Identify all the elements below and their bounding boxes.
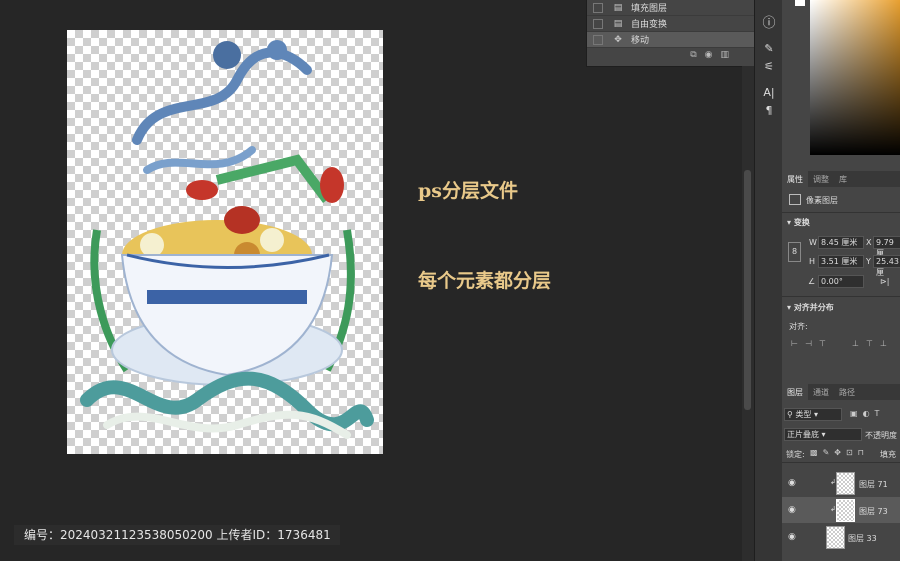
- layer-icon: ▤: [613, 18, 623, 29]
- lock-label: 锁定:: [786, 450, 805, 459]
- align-middle-icon[interactable]: ⊤: [866, 339, 880, 348]
- transform-title: 变换: [793, 218, 810, 227]
- angle-field[interactable]: 0.00°: [818, 275, 864, 288]
- foreground-color-swatch[interactable]: [795, 0, 805, 6]
- filter-type-icon[interactable]: T: [875, 409, 885, 418]
- layers-tabbar: 图层 通道 路径: [782, 384, 900, 400]
- layer-row-selected[interactable]: ◉ ↲ 图层 73: [782, 497, 900, 523]
- history-checkbox[interactable]: [593, 18, 603, 29]
- document-canvas[interactable]: [67, 30, 383, 454]
- tab-channels[interactable]: 通道: [808, 384, 834, 400]
- width-field[interactable]: 8.45 厘米: [818, 236, 864, 249]
- transform-section-title: ▾ 变换: [787, 218, 810, 227]
- image-info-bar: 编号：20240321123538050200 上传者ID：1736481: [14, 525, 340, 545]
- panel-toolstrip: ⓘ ✎ ⚟ A| ¶: [754, 0, 783, 561]
- brush-icon[interactable]: ✎: [755, 42, 783, 55]
- align-label: 对齐:: [789, 322, 808, 331]
- history-item-label: 自由变换: [631, 20, 668, 30]
- height-label: H: [809, 257, 816, 266]
- x-field[interactable]: 9.79 厘: [873, 236, 900, 258]
- layer-name[interactable]: 图层 73: [859, 506, 888, 517]
- opacity-label: 不透明度: [865, 431, 897, 440]
- scrollbar-thumb[interactable]: [744, 170, 751, 410]
- blend-mode-value: 正片叠底: [787, 430, 819, 439]
- visibility-eye-icon[interactable]: ◉: [788, 532, 796, 542]
- properties-tabbar: 属性 调整 库: [782, 171, 900, 187]
- align-right-icon[interactable]: ⊤: [819, 339, 833, 348]
- flip-horizontal-icon[interactable]: ⊳|: [880, 277, 889, 286]
- color-picker-field[interactable]: [810, 0, 900, 155]
- lock-icons: ▩✎✥⊡⊓: [810, 448, 869, 457]
- y-field[interactable]: 25.43 厘: [873, 255, 900, 277]
- layer-icon: ▤: [613, 2, 623, 13]
- align-top-icon[interactable]: ⊥: [852, 339, 866, 348]
- history-checkbox[interactable]: [593, 34, 603, 45]
- filter-label: 类型: [795, 410, 812, 419]
- layer-filter-icons: ▣◐T: [850, 409, 884, 418]
- filter-adjustment-icon[interactable]: ◐: [863, 409, 875, 418]
- clipping-arrow-icon: ↲: [830, 505, 836, 513]
- layer-thumbnail: [826, 526, 845, 549]
- align-left-icon[interactable]: ⊢: [791, 339, 805, 348]
- lock-position-icon[interactable]: ✥: [834, 448, 846, 457]
- tab-adjustments[interactable]: 调整: [808, 171, 834, 187]
- layer-row[interactable]: ◉ 图层 33: [782, 524, 900, 550]
- brush-settings-icon[interactable]: ⚟: [755, 60, 783, 73]
- annotation-layered-file: ps分层文件: [418, 180, 518, 202]
- blend-mode-select[interactable]: 正片叠底 ▾: [784, 428, 862, 441]
- history-panel: ▤ 填充图层 ▤ 自由变换 ✥ 移动 ⧉◉▥: [586, 0, 755, 67]
- info-icon[interactable]: ⓘ: [755, 12, 783, 31]
- history-item[interactable]: ▤ 自由变换: [587, 16, 755, 32]
- tab-layers[interactable]: 图层: [782, 384, 808, 400]
- y-label: Y: [866, 257, 871, 266]
- layer-row[interactable]: ◉ ↲ 图层 71: [782, 470, 900, 496]
- link-dimensions-icon[interactable]: 8: [788, 242, 801, 262]
- align-section-title: ▾ 对齐并分布: [787, 303, 834, 312]
- filter-pixel-icon[interactable]: ▣: [850, 409, 863, 418]
- annotation-every-element-layered: 每个元素都分层: [418, 270, 552, 292]
- tab-libraries[interactable]: 库: [834, 171, 852, 187]
- clipping-arrow-icon: ↲: [830, 478, 836, 486]
- visibility-eye-icon[interactable]: ◉: [788, 505, 796, 515]
- move-icon: ✥: [614, 34, 622, 45]
- history-item[interactable]: ▤ 填充图层: [587, 0, 755, 16]
- pixel-layer-icon: [789, 194, 801, 205]
- history-item-selected[interactable]: ✥ 移动: [587, 32, 755, 48]
- camera-icon[interactable]: ◉: [705, 50, 721, 60]
- history-checkbox[interactable]: [593, 2, 603, 13]
- angle-icon: ∠: [808, 277, 816, 286]
- lock-paint-icon[interactable]: ✎: [823, 448, 835, 457]
- fill-label: 填充: [880, 450, 896, 459]
- x-label: X: [866, 238, 872, 247]
- new-snapshot-icon[interactable]: ⧉: [690, 50, 704, 60]
- tab-paths[interactable]: 路径: [834, 384, 860, 400]
- height-field[interactable]: 3.51 厘米: [818, 255, 864, 268]
- align-buttons-row: ⊢⊣⊤ ⊥⊤⊥: [791, 339, 894, 348]
- visibility-eye-icon[interactable]: ◉: [788, 478, 796, 488]
- lock-all-icon[interactable]: ⊓: [858, 448, 869, 457]
- layer-filter-select[interactable]: ⚲ 类型 ▾: [784, 408, 842, 421]
- trash-icon[interactable]: ▥: [720, 50, 737, 60]
- lock-pixels-icon[interactable]: ▩: [810, 448, 823, 457]
- layer-thumbnail: [836, 472, 855, 495]
- character-icon[interactable]: A|: [755, 86, 783, 99]
- layer-name[interactable]: 图层 71: [859, 479, 888, 490]
- layer-thumbnail: [836, 499, 855, 522]
- align-title: 对齐并分布: [793, 303, 834, 312]
- tab-properties[interactable]: 属性: [782, 171, 808, 187]
- layer-name[interactable]: 图层 33: [848, 533, 877, 544]
- layer-type-label: 像素图层: [806, 196, 838, 205]
- history-item-label: 移动: [631, 36, 650, 46]
- artwork-bowl-illustration: [80, 40, 374, 439]
- width-label: W: [809, 238, 817, 247]
- align-center-icon[interactable]: ⊣: [805, 339, 819, 348]
- align-bottom-icon[interactable]: ⊥: [880, 339, 894, 348]
- paragraph-icon[interactable]: ¶: [755, 104, 783, 117]
- history-item-label: 填充图层: [631, 4, 668, 14]
- lock-artboard-icon[interactable]: ⊡: [846, 448, 858, 457]
